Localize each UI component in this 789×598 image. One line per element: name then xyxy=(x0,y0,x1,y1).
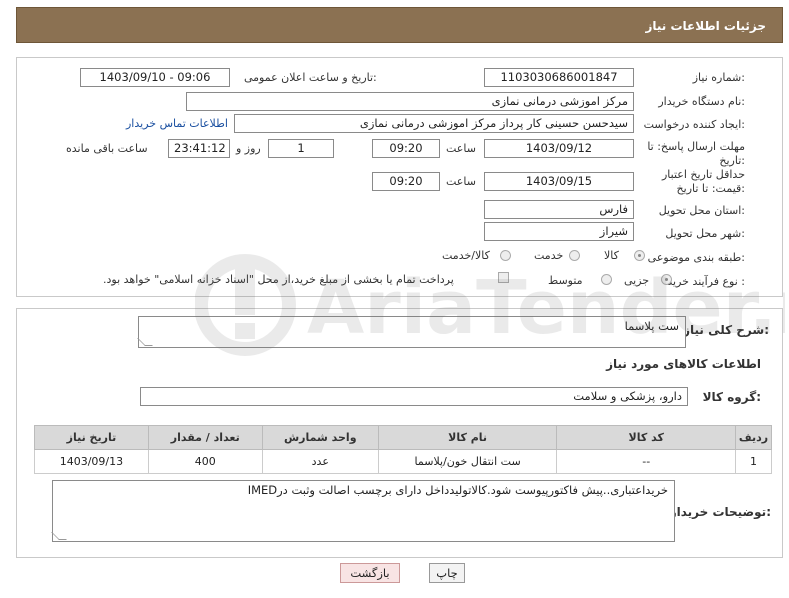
contact-buyer-link[interactable]: اطلاعات تماس خریدار xyxy=(126,117,228,130)
cell-goods-name: ست انتقال خون/پلاسما xyxy=(377,449,558,474)
days-label: روز و xyxy=(236,142,261,155)
col-goods-code: کد کالا xyxy=(556,425,736,450)
goods-table: تاریخ نیاز تعداد / مقدار واحد شمارش نام … xyxy=(34,425,772,474)
col-row-number: ردیف xyxy=(735,425,772,450)
reply-deadline-label: مهلت ارسال پاسخ: تا تاریخ: xyxy=(647,140,745,167)
price-date-field[interactable]: 1403/09/15 xyxy=(484,172,634,191)
category-option-service: خدمت xyxy=(534,249,564,262)
need-number-label: شماره نیاز: xyxy=(692,71,745,84)
category-radio-service[interactable] xyxy=(569,250,580,261)
reply-time-field[interactable]: 09:20 xyxy=(372,139,440,158)
page-header: جزئیات اطلاعات نیاز xyxy=(16,7,783,43)
summary-label: شرح کلی نیاز: xyxy=(683,323,769,337)
purchase-option-minor: جزیی xyxy=(624,274,650,287)
reply-time-label: ساعت xyxy=(446,142,476,155)
col-unit: واحد شمارش xyxy=(261,425,379,450)
buyer-org-field[interactable]: مرکز اموزشی درمانی نمازی xyxy=(186,92,634,111)
price-time-field[interactable]: 09:20 xyxy=(372,172,440,191)
col-goods-name: نام کالا xyxy=(377,425,558,450)
cell-goods-code: -- xyxy=(556,449,736,474)
print-button[interactable]: چاپ xyxy=(429,563,465,583)
buyer-notes-text: خریداعتباری..پیش فاکتورپیوست شود.کالاتول… xyxy=(247,483,668,497)
need-number-field[interactable]: 1103030686001847 xyxy=(484,68,634,87)
col-quantity: تعداد / مقدار xyxy=(147,425,263,450)
buyer-org-label: نام دستگاه خریدار: xyxy=(658,95,745,108)
city-label: شهر محل تحویل: xyxy=(665,227,745,240)
remaining-time-field[interactable]: 23:41:12 xyxy=(168,139,230,158)
reply-date-field[interactable]: 1403/09/12 xyxy=(484,139,634,158)
page-title: جزئیات اطلاعات نیاز xyxy=(645,19,766,33)
resize-handle-icon[interactable] xyxy=(137,338,153,346)
cell-unit: عدد xyxy=(261,449,379,474)
category-label: طبقه بندی موضوعی: xyxy=(647,251,745,264)
creator-label: ایجاد کننده درخواست: xyxy=(643,118,745,131)
goods-group-label: گروه کالا: xyxy=(702,390,761,404)
province-label: استان محل تحویل: xyxy=(658,204,745,217)
purchase-option-medium: متوسط xyxy=(548,274,583,287)
city-field[interactable]: شیراز xyxy=(484,222,634,241)
back-button[interactable]: بازگشت xyxy=(340,563,400,583)
resize-handle-icon[interactable] xyxy=(51,532,67,540)
cell-need-date: 1403/09/13 xyxy=(34,449,149,474)
category-option-goods: کالا xyxy=(604,249,619,262)
cell-quantity: 400 xyxy=(147,449,263,474)
summary-field[interactable]: ست پلاسما xyxy=(137,316,686,348)
goods-table-header: تاریخ نیاز تعداد / مقدار واحد شمارش نام … xyxy=(34,425,772,450)
purchase-radio-medium[interactable] xyxy=(601,274,612,285)
cell-row-number: 1 xyxy=(735,449,772,474)
table-row[interactable]: 1403/09/13 400 عدد ست انتقال خون/پلاسما … xyxy=(34,449,772,474)
goods-group-field[interactable]: دارو، پزشکی و سلامت xyxy=(140,387,688,406)
remaining-label: ساعت باقی مانده xyxy=(66,142,148,155)
announce-field[interactable]: 1403/09/10 - 09:06 xyxy=(80,68,230,87)
buyer-notes-field[interactable]: خریداعتباری..پیش فاکتورپیوست شود.کالاتول… xyxy=(51,480,675,542)
price-deadline-label: حداقل تاریخ اعتبار قیمت: تا تاریخ: xyxy=(661,168,745,195)
price-time-label: ساعت xyxy=(446,175,476,188)
summary-text: ست پلاسما xyxy=(624,319,679,333)
announce-label: تاریخ و ساعت اعلان عمومی: xyxy=(244,71,377,84)
buyer-notes-label: توضیحات خریدار: xyxy=(669,505,771,519)
purchase-type-label: نوع فرآیند خرید : xyxy=(667,275,745,288)
purchase-radio-minor[interactable] xyxy=(661,274,672,285)
category-option-both: کالا/خدمت xyxy=(442,249,490,262)
creator-field[interactable]: سیدحسن حسینی کار پرداز مرکز اموزشی درمان… xyxy=(234,114,634,133)
category-radio-goods[interactable] xyxy=(634,250,645,261)
col-need-date: تاریخ نیاز xyxy=(34,425,149,450)
goods-section-title: اطلاعات کالاهای مورد نیاز xyxy=(606,357,761,371)
treasury-payment-note: پرداخت تمام یا بخشی از مبلغ خرید،از محل … xyxy=(103,273,454,286)
province-field[interactable]: فارس xyxy=(484,200,634,219)
days-field[interactable]: 1 xyxy=(268,139,334,158)
category-radio-both[interactable] xyxy=(500,250,511,261)
treasury-payment-checkbox[interactable] xyxy=(498,272,509,283)
